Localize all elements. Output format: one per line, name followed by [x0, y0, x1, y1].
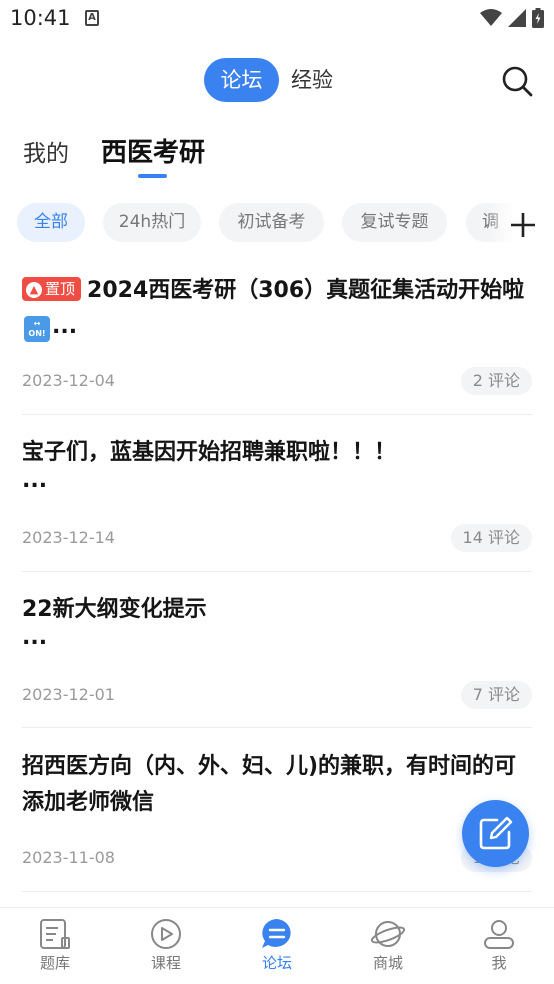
experience-tab[interactable]: 经验	[291, 58, 333, 102]
divider	[22, 414, 532, 415]
post-item[interactable]: 宝子们，蓝基因开始招聘兼职啦！！！ ... 2023-12-14 14 评论	[22, 435, 532, 555]
nav-label: 题库	[39, 954, 70, 972]
nav-label: 商城	[372, 954, 403, 972]
status-icons	[480, 8, 544, 28]
status-bar: 10:41 A	[0, 0, 554, 36]
status-time: 10:41	[10, 6, 71, 30]
edit-icon	[479, 816, 513, 850]
nav-label: 论坛	[261, 954, 292, 972]
top-switch: 论坛 经验	[0, 56, 554, 102]
wifi-icon	[480, 9, 502, 26]
chip-all[interactable]: 全部	[17, 203, 85, 242]
add-icon[interactable]	[509, 211, 537, 239]
comment-count: 2 评论	[460, 367, 532, 395]
planet-icon	[371, 921, 405, 947]
pin-badge: ▲ 置顶	[22, 277, 82, 301]
sub-tabs: 我的 西医考研	[0, 130, 554, 180]
divider	[22, 891, 532, 892]
chip-retest[interactable]: 复试专题	[342, 203, 447, 242]
post-date: 2023-11-08	[22, 848, 115, 867]
post-title: 招西医方向（内、外、妇、儿)的兼职，有时间的可添加老师微信	[22, 754, 517, 815]
chip-hot[interactable]: 24h热门	[103, 203, 201, 242]
on-arrows-icon: ↔ ON!	[24, 316, 50, 342]
document-icon	[40, 919, 70, 949]
post-date: 2023-12-04	[22, 371, 115, 390]
chip-prelim[interactable]: 初试备考	[219, 203, 324, 242]
post-title: ▲ 置顶 2024西医考研（306）真题征集活动开始啦↔ ON!...	[22, 273, 532, 345]
filter-chips: 全部 24h热门 初试备考 复试专题 调	[0, 203, 554, 243]
pin-up-icon: ▲	[26, 282, 42, 298]
nav-me[interactable]: 我	[444, 918, 554, 973]
nav-label: 课程	[150, 954, 181, 972]
post-item[interactable]: 22新大纲变化提示 ... 2023-12-01 7 评论	[22, 592, 532, 712]
comment-count: 14 评论	[450, 524, 532, 552]
nav-courses[interactable]: 课程	[111, 918, 221, 973]
tab-underline	[138, 174, 167, 178]
tab-western-medicine[interactable]: 西医考研	[101, 132, 205, 169]
post-ellipsis: ...	[22, 625, 48, 650]
post-title: 宝子们，蓝基因开始招聘兼职啦！！！	[22, 440, 397, 465]
notification-a-icon: A	[85, 10, 99, 26]
divider	[22, 571, 532, 572]
nav-mall[interactable]: 商城	[333, 918, 443, 973]
chat-icon	[262, 919, 291, 948]
post-ellipsis: ...	[22, 468, 48, 493]
nav-forum[interactable]: 论坛	[222, 918, 332, 973]
battery-icon	[532, 8, 544, 28]
signal-icon	[508, 9, 526, 27]
search-icon[interactable]	[500, 64, 534, 98]
play-icon	[151, 919, 181, 949]
comment-count: 7 评论	[460, 681, 532, 709]
bottom-nav: 题库 课程 论坛 商城 我	[0, 907, 554, 984]
nav-label: 我	[491, 954, 507, 972]
post-item[interactable]: 招西医方向（内、外、妇、儿)的兼职，有时间的可添加老师微信 2023-11-08…	[22, 749, 532, 873]
forum-tab[interactable]: 论坛	[204, 58, 279, 102]
post-date: 2023-12-01	[22, 685, 115, 704]
nav-question-bank[interactable]: 题库	[0, 918, 110, 973]
post-item[interactable]: ▲ 置顶 2024西医考研（306）真题征集活动开始啦↔ ON!... 2023-12…	[22, 273, 532, 395]
post-title: 22新大纲变化提示	[22, 597, 207, 622]
post-date: 2023-12-14	[22, 528, 115, 547]
divider	[22, 727, 532, 728]
compose-button[interactable]	[462, 800, 529, 867]
person-icon	[484, 920, 514, 949]
tab-mine[interactable]: 我的	[23, 134, 69, 168]
